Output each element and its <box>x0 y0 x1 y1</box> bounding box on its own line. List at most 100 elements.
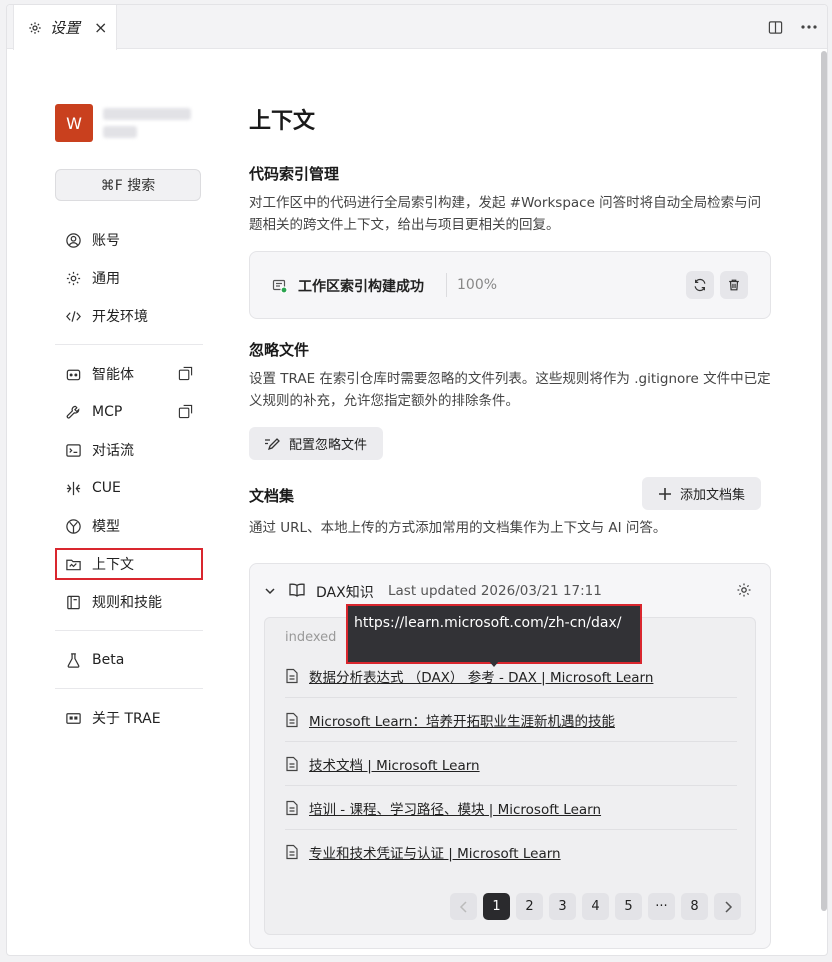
sidebar-item-label: 模型 <box>92 519 120 535</box>
section-title-docs: 文档集 <box>249 487 295 505</box>
user-profile[interactable]: W <box>55 101 203 145</box>
external-link-icon[interactable] <box>178 366 193 381</box>
external-link-icon[interactable] <box>178 404 193 419</box>
refresh-icon <box>694 278 706 292</box>
settings-window: 设置 × W ⌘F 搜索 账号 通用 开发环境 智能体 MCP 对话流 CUE … <box>6 4 828 956</box>
doc-link[interactable]: 技术文档 | Microsoft Learn <box>285 742 737 786</box>
page-button[interactable]: 3 <box>549 893 576 920</box>
sidebar-item-label: Beta <box>92 652 125 668</box>
sidebar-item-label: 关于 TRAE <box>92 711 161 727</box>
sidebar-item-label: 智能体 <box>92 367 134 383</box>
doc-link[interactable]: 培训 - 课程、学习路径、模块 | Microsoft Learn <box>285 786 737 830</box>
page-button[interactable]: 8 <box>681 893 708 920</box>
document-icon <box>286 800 298 815</box>
page-button[interactable]: 1 <box>483 893 510 920</box>
settings-main: 上下文 代码索引管理 对工作区中的代码进行全局索引构建，发起 #Workspac… <box>249 101 771 949</box>
tooltip-arrow <box>488 660 500 667</box>
doc-link-text: 技术文档 | Microsoft Learn <box>309 757 480 774</box>
index-progress: 100% <box>457 277 498 293</box>
docset-name: DAX知识 <box>316 585 374 601</box>
doc-link-text: Microsoft Learn：培养开拓职业生涯新机遇的技能 <box>309 713 615 730</box>
sidebar-item-label: 规则和技能 <box>92 595 162 611</box>
page-button[interactable]: 2 <box>516 893 543 920</box>
sidebar-item-label: 对话流 <box>92 443 134 459</box>
sidebar-item-general[interactable]: 通用 <box>55 259 203 297</box>
page-ellipsis[interactable]: ··· <box>648 893 675 920</box>
button-label: 添加文档集 <box>680 488 746 503</box>
gear-icon[interactable] <box>736 582 752 598</box>
index-status-card: 工作区索引构建成功 100% <box>249 251 771 319</box>
flask-icon <box>67 652 80 668</box>
scrollbar[interactable] <box>821 51 827 911</box>
tab-close-button[interactable]: × <box>94 18 107 37</box>
section-title-index: 代码索引管理 <box>249 165 340 183</box>
avatar: W <box>55 104 93 142</box>
sidebar-item-cue[interactable]: CUE <box>55 469 203 507</box>
sidebar-item-rules[interactable]: 规则和技能 <box>55 583 203 621</box>
sidebar-item-beta[interactable]: Beta <box>55 641 203 679</box>
folder-icon <box>66 559 81 570</box>
delete-index-button[interactable] <box>720 271 748 299</box>
section-desc-index: 对工作区中的代码进行全局索引构建，发起 #Workspace 问答时将自动全局检… <box>249 195 762 233</box>
tab-settings[interactable]: 设置 × <box>13 5 117 50</box>
page-button[interactable]: 4 <box>582 893 609 920</box>
section-desc-docs: 通过 URL、本地上传的方式添加常用的文档集作为上下文与 AI 问答。 <box>249 520 667 536</box>
next-page-button[interactable] <box>714 893 741 920</box>
sidebar-item-dev-env[interactable]: 开发环境 <box>55 297 203 335</box>
docset-content: indexed 数据分析表达式 （DAX） 参考 - DAX | Microso… <box>264 617 756 935</box>
sidebar-item-label: 开发环境 <box>92 309 148 325</box>
url-tooltip: https://learn.microsoft.com/zh-cn/dax/ <box>346 604 642 664</box>
sidebar-item-agent[interactable]: 智能体 <box>55 355 203 393</box>
divider <box>55 630 203 631</box>
trae-icon <box>66 712 81 724</box>
trash-icon <box>729 279 739 291</box>
book-icon <box>67 595 80 609</box>
sidebar-item-mcp[interactable]: MCP <box>55 393 203 431</box>
split-editor-icon[interactable] <box>765 17 785 37</box>
code-icon <box>66 310 81 322</box>
divider <box>446 273 447 297</box>
index-status-text: 工作区索引构建成功 <box>298 279 424 295</box>
refresh-button[interactable] <box>686 271 714 299</box>
document-icon <box>286 712 298 727</box>
configure-ignore-button[interactable]: 配置忽略文件 <box>249 427 384 460</box>
divider <box>55 688 203 689</box>
chevron-right-icon <box>724 900 732 913</box>
sidebar-item-label: 上下文 <box>92 557 134 573</box>
edit-icon <box>265 437 280 450</box>
indexed-label: indexed <box>285 630 337 645</box>
document-icon <box>286 668 298 683</box>
model-icon <box>66 518 81 534</box>
search-button[interactable]: ⌘F 搜索 <box>55 169 201 201</box>
chevron-down-icon[interactable] <box>264 585 276 597</box>
sidebar-item-flow[interactable]: 对话流 <box>55 431 203 469</box>
prev-page-button[interactable] <box>450 893 477 920</box>
doc-link-text: 数据分析表达式 （DAX） 参考 - DAX | Microsoft Learn <box>309 669 654 686</box>
docset-updated: Last updated 2026/03/21 17:11 <box>388 583 602 599</box>
page-button[interactable]: 5 <box>615 893 642 920</box>
more-icon[interactable] <box>799 17 819 37</box>
robot-icon <box>66 369 81 380</box>
sidebar-item-model[interactable]: 模型 <box>55 507 203 545</box>
tab-bar: 设置 × <box>7 5 827 50</box>
sidebar-item-about[interactable]: 关于 TRAE <box>55 699 203 737</box>
book-open-icon <box>289 583 305 597</box>
sidebar-item-context[interactable]: 上下文 <box>55 548 203 580</box>
sidebar-item-label: 通用 <box>92 271 120 287</box>
sidebar-item-account[interactable]: 账号 <box>55 221 203 259</box>
docset-card: DAX知识 Last updated 2026/03/21 17:11 inde… <box>249 563 771 949</box>
doc-link[interactable]: 专业和技术凭证与认证 | Microsoft Learn <box>285 830 737 874</box>
section-title-ignore: 忽略文件 <box>249 341 310 359</box>
divider <box>55 344 203 345</box>
wrench-icon <box>66 405 80 418</box>
doc-link-text: 专业和技术凭证与认证 | Microsoft Learn <box>309 846 561 862</box>
page-title: 上下文 <box>249 109 316 134</box>
sidebar-item-label: 账号 <box>92 233 120 249</box>
cue-icon <box>66 481 81 495</box>
tab-label: 设置 <box>50 19 81 37</box>
settings-sidebar: W ⌘F 搜索 账号 通用 开发环境 智能体 MCP 对话流 CUE 模型 上下… <box>55 101 203 737</box>
add-docset-button[interactable]: 添加文档集 <box>642 477 762 510</box>
user-circle-icon <box>66 232 81 248</box>
plus-icon <box>659 487 671 500</box>
doc-link[interactable]: Microsoft Learn：培养开拓职业生涯新机遇的技能 <box>285 698 737 742</box>
